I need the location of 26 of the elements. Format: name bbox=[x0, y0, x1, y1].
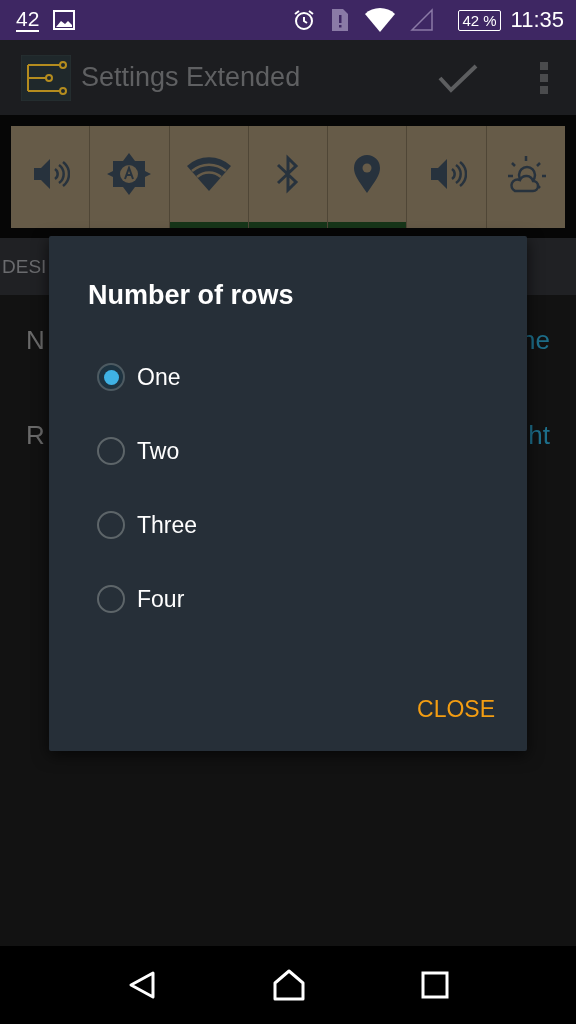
notification-count: 42 bbox=[16, 8, 40, 32]
image-icon bbox=[53, 10, 76, 30]
setting-value: ht bbox=[528, 420, 550, 451]
setting-label: R bbox=[26, 420, 45, 451]
setting-label: N bbox=[26, 325, 45, 356]
radio-option[interactable]: Three bbox=[97, 497, 198, 553]
sim-alert-icon bbox=[330, 7, 351, 33]
app-title: Settings Extended bbox=[81, 62, 301, 93]
signal-icon bbox=[410, 8, 435, 32]
radio-option[interactable]: Four bbox=[97, 571, 185, 627]
recents-icon[interactable] bbox=[420, 971, 449, 999]
wifi-icon bbox=[364, 7, 397, 33]
app-logo-icon bbox=[21, 54, 71, 101]
clock: 11:35 bbox=[510, 7, 564, 33]
battery-indicator: 42 % bbox=[458, 9, 501, 31]
location-pin-icon bbox=[352, 154, 383, 194]
confirm-check-icon[interactable] bbox=[438, 62, 478, 93]
home-icon[interactable] bbox=[272, 969, 306, 1001]
back-icon[interactable] bbox=[127, 970, 158, 1000]
radio-option[interactable]: Two bbox=[97, 423, 180, 479]
close-button[interactable]: CLOSE bbox=[417, 692, 495, 727]
dialog-title: Number of rows bbox=[88, 280, 295, 311]
radio-option[interactable]: One bbox=[97, 349, 181, 405]
overflow-menu-icon[interactable] bbox=[540, 61, 548, 94]
wifi-icon bbox=[185, 156, 232, 192]
auto-brightness-icon bbox=[107, 152, 152, 196]
